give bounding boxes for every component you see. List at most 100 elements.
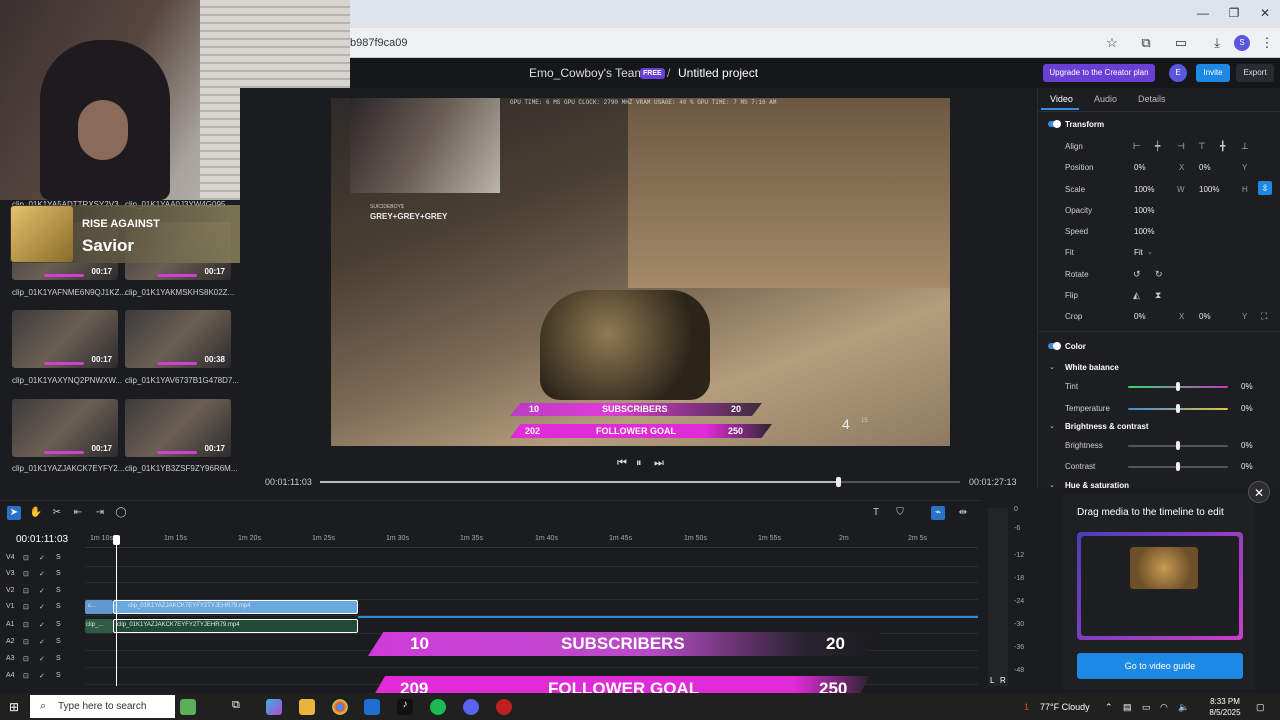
- hue-saturation-heading[interactable]: Hue & saturation: [1065, 481, 1129, 490]
- transform-toggle[interactable]: [1048, 120, 1061, 128]
- comment-icon[interactable]: ◯: [114, 506, 128, 520]
- close-window-icon[interactable]: ✕: [1258, 6, 1272, 20]
- position-x-input[interactable]: 0%: [1134, 163, 1146, 172]
- task-view-icon[interactable]: ⧉: [232, 699, 248, 715]
- video-guide-button[interactable]: Go to video guide: [1077, 653, 1243, 679]
- check-icon[interactable]: ✓: [39, 655, 45, 663]
- file-explorer-icon[interactable]: [299, 699, 315, 715]
- chevron-down-icon[interactable]: ⌄: [1049, 422, 1055, 430]
- restore-icon[interactable]: ❐: [1227, 6, 1241, 20]
- brightness-handle[interactable]: [1176, 441, 1180, 450]
- split-view-icon[interactable]: ⇹: [956, 506, 970, 520]
- trim-left-icon[interactable]: ⇤: [71, 506, 85, 520]
- lock-ratio-icon[interactable]: ⇳: [1258, 181, 1272, 195]
- team-name[interactable]: Emo_Cowboy's Team: [529, 66, 644, 80]
- clip-label[interactable]: clip_01K1YAZJAKCK7EYFY2...: [12, 464, 130, 473]
- project-title[interactable]: Untitled project: [678, 66, 758, 80]
- align-top-icon[interactable]: ⊤: [1198, 141, 1206, 152]
- align-left-icon[interactable]: ⊢: [1133, 141, 1141, 152]
- battery-icon[interactable]: ▭: [1142, 702, 1151, 713]
- lock-icon[interactable]: ⊡: [23, 655, 29, 663]
- lock-icon[interactable]: ⊡: [23, 570, 29, 578]
- upgrade-button[interactable]: Upgrade to the Creator plan: [1043, 64, 1155, 82]
- align-center-icon[interactable]: ┿: [1155, 141, 1160, 152]
- clip-thumbnail[interactable]: 00:38: [125, 310, 231, 368]
- align-right-icon[interactable]: ⊣: [1177, 141, 1185, 152]
- snap-icon[interactable]: ⌁: [931, 506, 945, 520]
- speed-input[interactable]: 100%: [1134, 227, 1154, 236]
- rotate-right-icon[interactable]: ↻: [1155, 269, 1163, 280]
- rotate-left-icon[interactable]: ↺: [1133, 269, 1141, 280]
- scrub-handle[interactable]: [836, 477, 842, 487]
- check-icon[interactable]: ✓: [39, 587, 45, 595]
- tab-details[interactable]: Details: [1138, 94, 1166, 104]
- opacity-input[interactable]: 100%: [1134, 206, 1154, 215]
- copilot-icon[interactable]: [266, 699, 282, 715]
- scale-h-input[interactable]: 100%: [1199, 185, 1219, 194]
- lock-icon[interactable]: ⊡: [23, 638, 29, 646]
- solo-icon[interactable]: S: [56, 570, 61, 577]
- star-icon[interactable]: ☆: [1104, 35, 1120, 51]
- taskbar-clock[interactable]: 8:33 PM 8/5/2025: [1205, 696, 1245, 718]
- align-middle-icon[interactable]: ╋: [1220, 141, 1225, 152]
- position-y-input[interactable]: 0%: [1199, 163, 1211, 172]
- crop-y-input[interactable]: 0%: [1199, 312, 1211, 321]
- spotify-icon[interactable]: [430, 699, 446, 715]
- trim-right-icon[interactable]: ⇥: [93, 506, 107, 520]
- menu-icon[interactable]: ⋮: [1259, 35, 1275, 51]
- network-icon[interactable]: ▤: [1123, 702, 1132, 713]
- chevron-down-icon[interactable]: ⌄: [1049, 363, 1055, 371]
- hand-tool-icon[interactable]: ✋: [29, 506, 43, 520]
- scissors-icon[interactable]: ✂: [50, 506, 64, 520]
- profile-icon[interactable]: S: [1234, 35, 1250, 51]
- clip-thumbnail[interactable]: 00:17: [12, 399, 118, 457]
- solo-icon[interactable]: S: [56, 587, 61, 594]
- flip-horizontal-icon[interactable]: ◭: [1133, 290, 1140, 301]
- cast-icon[interactable]: ▭: [1173, 35, 1189, 51]
- check-icon[interactable]: ✓: [39, 570, 45, 578]
- app-icon[interactable]: [496, 699, 512, 715]
- chevron-down-icon[interactable]: ⌄: [1147, 248, 1153, 256]
- solo-icon[interactable]: S: [56, 672, 61, 679]
- chrome-icon[interactable]: [332, 699, 348, 715]
- clip-label[interactable]: clip_01K1YAKMSKHS8K02Z...: [125, 288, 243, 297]
- white-balance-heading[interactable]: White balance: [1065, 363, 1119, 372]
- pause-icon[interactable]: ⏸: [636, 457, 642, 470]
- solo-icon[interactable]: S: [56, 603, 61, 610]
- app-icon[interactable]: [463, 699, 479, 715]
- clip-label[interactable]: clip_01K1YB3ZSF9ZY96R6M...: [125, 464, 243, 473]
- taskbar-search[interactable]: Type here to search: [30, 695, 175, 718]
- minimize-icon[interactable]: —: [1196, 6, 1210, 20]
- text-icon[interactable]: T: [869, 506, 883, 520]
- solo-icon[interactable]: S: [56, 638, 61, 645]
- outlook-icon[interactable]: [364, 699, 380, 715]
- wifi-icon[interactable]: ◠: [1160, 702, 1168, 713]
- fit-select[interactable]: Fit: [1134, 248, 1143, 257]
- solo-icon[interactable]: S: [56, 655, 61, 662]
- tint-handle[interactable]: [1176, 382, 1180, 391]
- tab-video[interactable]: Video: [1050, 94, 1073, 104]
- brightness-contrast-heading[interactable]: Brightness & contrast: [1065, 422, 1149, 431]
- app-icon[interactable]: [180, 699, 196, 715]
- check-icon[interactable]: ✓: [39, 603, 45, 611]
- clip-label[interactable]: clip_01K1YAXYNQ2PNWXW...: [12, 376, 130, 385]
- crop-icon[interactable]: ⛶: [1261, 311, 1267, 322]
- clip-thumbnail[interactable]: 00:17: [125, 399, 231, 457]
- temperature-handle[interactable]: [1176, 404, 1180, 413]
- flip-vertical-icon[interactable]: ⧗: [1155, 290, 1161, 301]
- lock-icon[interactable]: ⊡: [23, 672, 29, 680]
- lock-icon[interactable]: ⊡: [23, 587, 29, 595]
- chevron-up-icon[interactable]: ⌃: [1105, 702, 1113, 713]
- invite-button[interactable]: Invite: [1196, 64, 1230, 82]
- chevron-down-icon[interactable]: ⌄: [1049, 481, 1055, 489]
- volume-icon[interactable]: 🔈: [1178, 702, 1189, 713]
- align-bottom-icon[interactable]: ⊥: [1241, 141, 1249, 152]
- tiktok-icon[interactable]: ♪: [397, 699, 413, 715]
- color-toggle[interactable]: [1048, 342, 1061, 350]
- download-icon[interactable]: ⤓: [1209, 35, 1225, 51]
- lock-icon[interactable]: ⊡: [23, 621, 29, 629]
- contrast-handle[interactable]: [1176, 462, 1180, 471]
- lock-icon[interactable]: ⊡: [23, 554, 29, 562]
- skip-back-icon[interactable]: ⏮: [617, 457, 627, 470]
- solo-icon[interactable]: S: [56, 554, 61, 561]
